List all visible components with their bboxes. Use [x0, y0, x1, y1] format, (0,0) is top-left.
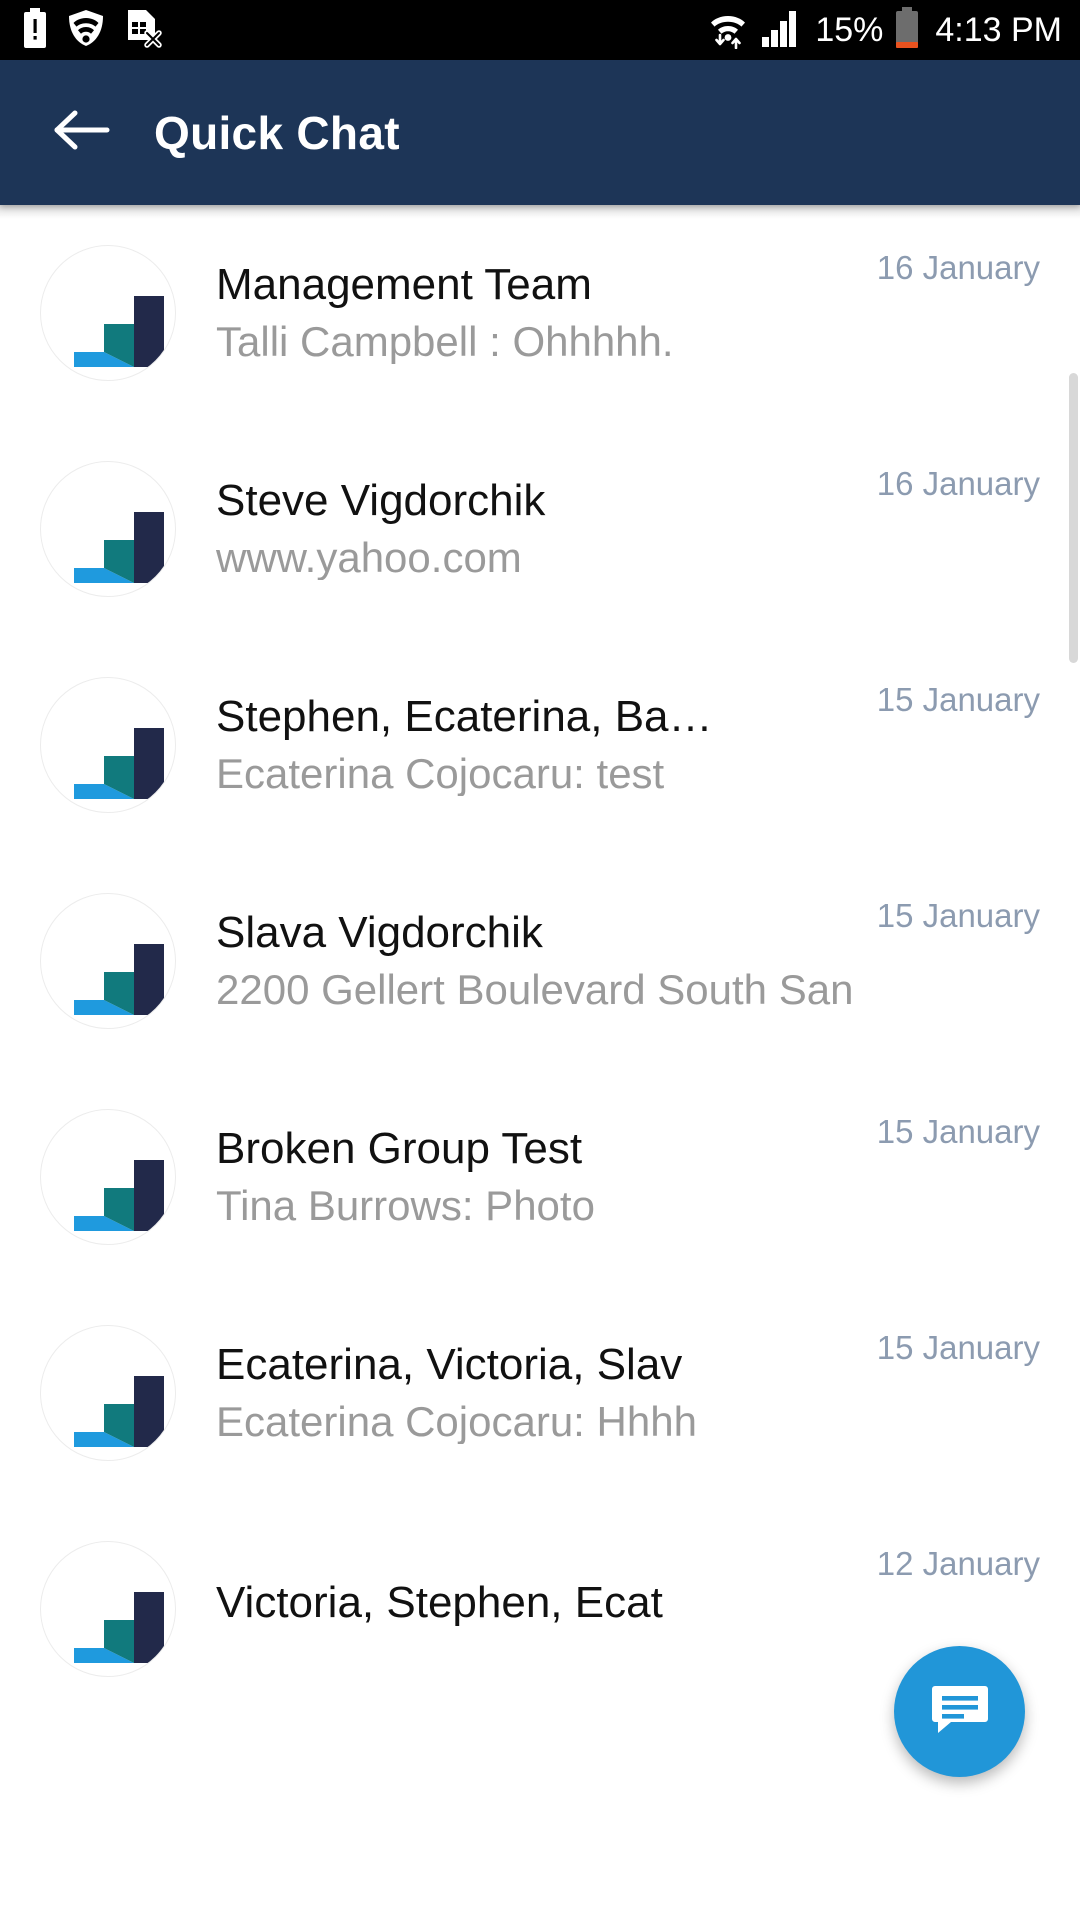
conversation-date: 15 January	[876, 681, 1040, 718]
conversation-content: Slava Vigdorchik 2200 Gellert Boulevard …	[216, 910, 877, 1012]
vpn-shield-icon	[66, 8, 106, 53]
conversation-row[interactable]: Stephen, Ecaterina, Ba… Ecaterina Cojoca…	[0, 637, 1080, 853]
conversation-date: 12 January	[876, 1545, 1040, 1582]
cellular-signal-icon	[761, 8, 803, 53]
status-bar-right-icons: 15% 4:13 PM	[707, 6, 1062, 54]
clock-label: 4:13 PM	[935, 11, 1062, 49]
conversation-preview: www.yahoo.com	[216, 536, 522, 581]
app-bar: Quick Chat	[0, 60, 1080, 205]
conversation-row[interactable]: Slava Vigdorchik 2200 Gellert Boulevard …	[0, 853, 1080, 1069]
conversation-content: Steve Vigdorchik www.yahoo.com	[216, 478, 877, 580]
avatar	[40, 245, 176, 381]
bar-chart-logo-icon	[52, 700, 164, 812]
bar-chart-logo-icon	[52, 1348, 164, 1460]
avatar	[40, 677, 176, 813]
bar-chart-logo-icon	[52, 1564, 164, 1676]
new-chat-fab[interactable]	[894, 1646, 1025, 1777]
conversation-date: 15 January	[876, 1113, 1040, 1150]
conversation-date: 15 January	[876, 897, 1040, 934]
conversation-row[interactable]: Broken Group Test Tina Burrows: Photo 15…	[0, 1069, 1080, 1285]
conversation-title: Victoria, Stephen, Ecat	[216, 1579, 663, 1627]
conversation-title: Broken Group Test	[216, 1125, 583, 1173]
battery-percent-label: 15%	[815, 11, 884, 49]
avatar	[40, 1325, 176, 1461]
avatar	[40, 1541, 176, 1677]
status-bar-left-icons	[22, 7, 162, 53]
conversation-content: Ecaterina, Victoria, Slav Ecaterina Cojo…	[216, 1342, 877, 1444]
conversation-preview: Ecaterina Cojocaru: test	[216, 752, 665, 797]
conversation-preview: Ecaterina Cojocaru: Hhhh	[216, 1400, 697, 1445]
avatar	[40, 461, 176, 597]
conversation-content: Victoria, Stephen, Ecat	[216, 1580, 877, 1638]
avatar	[40, 893, 176, 1029]
battery-icon	[895, 6, 919, 54]
conversation-title: Management Team	[216, 261, 592, 309]
sim-card-error-icon	[124, 8, 162, 53]
conversation-content: Management Team Talli Campbell : Ohhhhh.	[216, 262, 877, 364]
arrow-back-icon	[53, 107, 111, 158]
back-button[interactable]	[52, 103, 112, 163]
list-scrollbar[interactable]	[1069, 373, 1078, 663]
conversation-content: Broken Group Test Tina Burrows: Photo	[216, 1126, 877, 1228]
conversation-date: 16 January	[876, 465, 1040, 502]
status-bar: 15% 4:13 PM	[0, 0, 1080, 60]
conversation-row[interactable]: Management Team Talli Campbell : Ohhhhh.…	[0, 205, 1080, 421]
conversation-preview: Tina Burrows: Photo	[216, 1184, 595, 1229]
bar-chart-logo-icon	[52, 268, 164, 380]
bar-chart-logo-icon	[52, 1132, 164, 1244]
conversation-date: 15 January	[876, 1329, 1040, 1366]
conversation-date: 16 January	[876, 249, 1040, 286]
conversation-preview: Talli Campbell : Ohhhhh.	[216, 320, 674, 365]
conversation-content: Stephen, Ecaterina, Ba… Ecaterina Cojoca…	[216, 694, 877, 796]
bar-chart-logo-icon	[52, 484, 164, 596]
conversation-title: Ecaterina, Victoria, Slav	[216, 1341, 683, 1389]
battery-alert-icon	[22, 7, 48, 53]
conversation-preview: 2200 Gellert Boulevard South San	[216, 968, 854, 1013]
conversation-title: Stephen, Ecaterina, Ba…	[216, 693, 713, 741]
conversation-row[interactable]: Ecaterina, Victoria, Slav Ecaterina Cojo…	[0, 1285, 1080, 1501]
chat-bubble-icon	[929, 1678, 991, 1745]
avatar	[40, 1109, 176, 1245]
page-title: Quick Chat	[154, 106, 400, 159]
conversation-title: Steve Vigdorchik	[216, 477, 546, 525]
phone-screen: 15% 4:13 PM Quick Chat Management Team T…	[0, 0, 1080, 1920]
wifi-data-transfer-icon	[707, 7, 749, 54]
bar-chart-logo-icon	[52, 916, 164, 1028]
conversation-row[interactable]: Steve Vigdorchik www.yahoo.com 16 Januar…	[0, 421, 1080, 637]
conversation-title: Slava Vigdorchik	[216, 909, 543, 957]
